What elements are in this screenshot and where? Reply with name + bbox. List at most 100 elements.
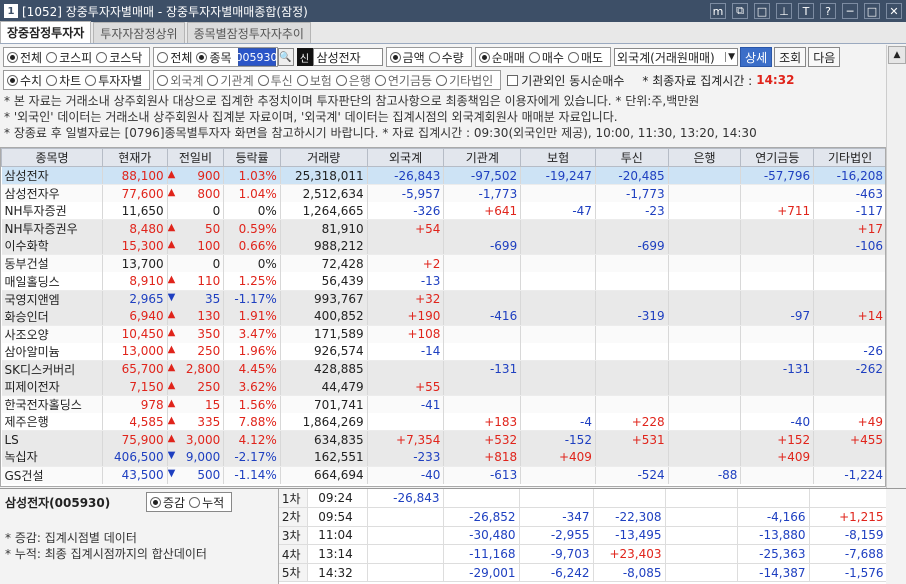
titlebar-icon-2[interactable]: □	[754, 3, 770, 19]
table-row[interactable]: 삼아알미늄 13,000 ▲ 250 1.96% 926,574 -14 -26	[1, 342, 885, 361]
scope-radio-1[interactable]: 종목	[196, 49, 232, 66]
stock-name-cell[interactable]: 동부건설	[1, 254, 104, 273]
shin-button[interactable]: 신	[296, 48, 313, 66]
investor-radio-3[interactable]: 보험	[296, 72, 332, 89]
time-series-row[interactable]: 5차 14:32 -29,001 -6,242 -8,085 -14,387 -1,576	[279, 563, 886, 583]
time-series-table[interactable]: 1차 09:24 -26,843 2차 09:54 -26,852 -347 -22,308-…	[278, 489, 886, 584]
market-radio-2[interactable]: 코스닥	[96, 49, 142, 66]
investor-radio-1[interactable]: 기관계	[207, 72, 254, 89]
table-row[interactable]: 사조오양 10,450 ▲ 350 3.47% 171,589 +108	[1, 325, 885, 343]
stock-name-cell[interactable]: 녹십자	[1, 448, 104, 467]
titlebar-icon-5[interactable]: ?	[820, 3, 836, 19]
unit-radio-0[interactable]: 금액	[389, 49, 425, 66]
time-series-row[interactable]: 1차 09:24 -26,843	[279, 489, 886, 509]
investor-radio-6[interactable]: 기타법인	[436, 72, 493, 89]
table-row[interactable]: 피제이전자 7,150 ▲ 250 3.62% 44,479 +55	[1, 378, 885, 397]
column-header-9[interactable]: 은행	[667, 148, 742, 167]
column-header-6[interactable]: 기관계	[443, 148, 522, 167]
market-radio-0[interactable]: 전체	[7, 49, 42, 66]
stock-name-cell[interactable]: 매일홀딩스	[1, 272, 104, 291]
stock-name-cell[interactable]: 제주은행	[1, 413, 104, 432]
table-row[interactable]: GS건설 43,500 ▼ 500 -1.14% 664,694 -40 -613 -524 -8…	[1, 466, 885, 484]
column-header-8[interactable]: 투신	[594, 148, 669, 167]
scroll-up-icon[interactable]: ▲	[888, 46, 906, 64]
titlebar-icon-0[interactable]: m	[710, 3, 726, 19]
query-button[interactable]: 조회	[774, 47, 807, 67]
column-header-2[interactable]: 전일비	[166, 148, 225, 167]
stock-name-cell[interactable]: NH투자증권우	[1, 219, 104, 238]
stock-name-cell[interactable]: LS	[1, 430, 104, 449]
trade-radio-0[interactable]: 순매매	[478, 49, 525, 66]
table-row[interactable]: 제주은행 4,585 ▲ 335 7.88% 1,864,269 +183 -4 +228 -40…	[1, 413, 885, 432]
view-radio-2[interactable]: 투자자별	[85, 72, 142, 89]
stock-name-cell[interactable]: NH투자증권	[1, 202, 104, 221]
scope-radio-0[interactable]: 전체	[157, 49, 192, 66]
trade-radio-1[interactable]: 매수	[528, 49, 564, 66]
table-row[interactable]: 한국전자홀딩스 978 ▲ 15 1.56% 701,741 -41	[1, 395, 885, 414]
table-row[interactable]: 동부건설 13,700 0 0% 72,428 +2	[1, 254, 885, 273]
stock-name-cell[interactable]: 삼성전자	[1, 166, 104, 185]
bottom-mode-radio-1[interactable]: 누적	[189, 494, 224, 511]
tab-1[interactable]: 투자자잠정상위	[93, 22, 185, 43]
stock-name-cell[interactable]: 사조오양	[1, 325, 104, 343]
investor-radio-5[interactable]: 연기금등	[374, 72, 432, 89]
column-header-1[interactable]: 현재가	[102, 148, 168, 167]
investor-radio-0[interactable]: 외국계	[157, 72, 203, 89]
titlebar-icon-1[interactable]: ⧉	[732, 3, 748, 19]
trade-radio-2[interactable]: 매도	[567, 49, 603, 66]
time-series-row[interactable]: 3차 11:04 -30,480 -2,955 -13,495 -13,880 -8,159	[279, 526, 886, 546]
time-series-row[interactable]: 2차 09:54 -26,852 -347 -22,308 -4,166 +1,215	[279, 507, 886, 527]
titlebar-icon-8[interactable]: ✕	[886, 3, 902, 19]
stock-name-cell[interactable]: 삼아알미늄	[1, 342, 104, 361]
view-radio-1[interactable]: 차트	[46, 72, 81, 89]
titlebar-icon-4[interactable]: T	[798, 3, 814, 19]
stock-name-cell[interactable]: SK디스커버리	[1, 360, 104, 379]
table-row[interactable]: 녹십자 406,500 ▼ 9,000 -2.17% 162,551 -233 +818 +40…	[1, 448, 885, 467]
investor-select[interactable]: 외국계(거래원매매) ▼	[614, 48, 739, 66]
titlebar-icon-7[interactable]: □	[864, 3, 880, 19]
table-row[interactable]: 삼성전자 88,100 ▲ 900 1.03% 25,318,011 -26,843 -97,…	[1, 166, 885, 185]
table-row[interactable]: 국영지앤엠 2,965 ▼ 35 -1.17% 993,767 +32	[1, 290, 885, 308]
stock-name-cell[interactable]: 국영지앤엠	[1, 290, 104, 308]
table-row[interactable]: NH투자증권 11,650 0 0% 1,264,665 -326 +641 -47 -23 +7…	[1, 202, 885, 221]
titlebar-icon-3[interactable]: ⊥	[776, 3, 792, 19]
stock-name-field[interactable]: 삼성전자	[312, 48, 383, 66]
table-row[interactable]: 화승인더 6,940 ▲ 130 1.91% 400,852 +190 -416 -319 -97…	[1, 307, 885, 326]
table-row[interactable]: SK디스커버리 65,700 ▲ 2,800 4.45% 428,885 -131 -131-…	[1, 360, 885, 379]
column-header-11[interactable]: 기타법인	[813, 148, 885, 167]
stock-name-cell[interactable]: 이수화학	[1, 237, 104, 256]
next-button[interactable]: 다음	[808, 47, 841, 67]
table-row[interactable]: NH투자증권우 8,480 ▲ 50 0.59% 81,910 +54 +17	[1, 219, 885, 238]
stock-name-cell[interactable]: 화승인더	[1, 307, 104, 326]
column-header-7[interactable]: 보험	[520, 148, 596, 167]
column-header-0[interactable]: 종목명	[1, 148, 104, 167]
vertical-scrollbar[interactable]: ▲	[886, 45, 906, 488]
column-header-5[interactable]: 외국계	[366, 148, 445, 167]
concurrent-buy-checkbox[interactable]: 기관외인 동시순매수	[507, 72, 624, 89]
tab-0[interactable]: 장중잠정투자자	[0, 21, 92, 43]
table-row[interactable]: 이수화학 15,300 ▲ 100 0.66% 988,212 -699 -699 -106	[1, 237, 885, 256]
stock-name-cell[interactable]: 피제이전자	[1, 378, 104, 397]
column-header-3[interactable]: 등락률	[223, 148, 281, 167]
column-header-4[interactable]: 거래량	[279, 148, 368, 167]
stock-name-cell[interactable]: 삼성전자우	[1, 184, 104, 203]
table-row[interactable]: LS 75,900 ▲ 3,000 4.12% 634,835 +7,354 +532 -152…	[1, 430, 885, 449]
bottom-mode-radio-0[interactable]: 증감	[150, 494, 185, 511]
search-icon[interactable]: 🔍	[277, 48, 294, 66]
market-radio-1[interactable]: 코스피	[46, 49, 92, 66]
column-header-10[interactable]: 연기금등	[740, 148, 815, 167]
view-radio-0[interactable]: 수치	[7, 72, 42, 89]
stock-name-cell[interactable]: 한국전자홀딩스	[1, 395, 104, 414]
stock-name-cell[interactable]: GS건설	[1, 466, 104, 484]
stock-code-input[interactable]: 005930	[236, 48, 278, 66]
unit-radio-1[interactable]: 수량	[428, 49, 464, 66]
investor-radio-4[interactable]: 은행	[335, 72, 371, 89]
detail-button[interactable]: 상세	[740, 47, 773, 67]
table-row[interactable]: 매일홀딩스 8,910 ▲ 110 1.25% 56,439 -13	[1, 272, 885, 291]
investor-table[interactable]: 종목명 현재가 전일비 등락률 거래량 외국계 기관계 보험 투신 은행 연기금등 기타법인 삼성전자…	[0, 147, 886, 487]
tab-2[interactable]: 종목별잠정투자자추이	[186, 22, 311, 43]
time-series-row[interactable]: 4차 13:14 -11,168 -9,703 +23,403 -25,363 -7,688	[279, 544, 886, 564]
titlebar-icon-6[interactable]: ─	[842, 3, 858, 19]
investor-radio-2[interactable]: 투신	[257, 72, 293, 89]
table-row[interactable]: 삼성전자우 77,600 ▲ 800 1.04% 2,512,634 -5,957 -1,77…	[1, 184, 885, 203]
